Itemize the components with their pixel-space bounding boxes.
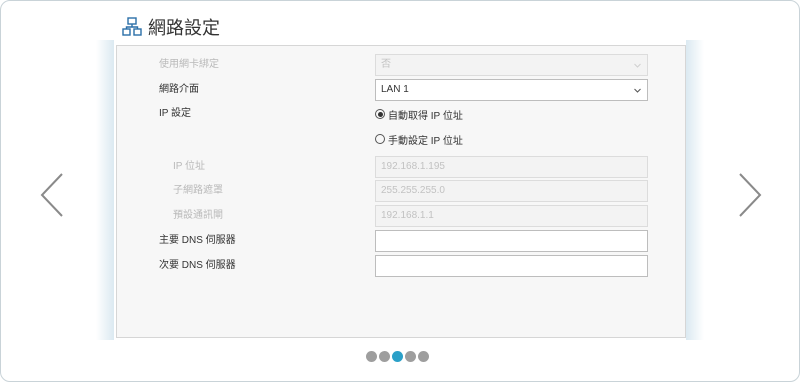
subnet-mask-row: 子網路遮罩 255.255.255.0 (117, 180, 685, 202)
ip-address-label: IP 位址 (173, 161, 206, 172)
ip-setting-label: IP 設定 (159, 108, 192, 119)
side-glow-left (96, 40, 114, 340)
chevron-down-icon (634, 88, 641, 93)
nic-binding-label: 使用網卡綁定 (159, 59, 219, 70)
interface-value: LAN 1 (381, 84, 409, 95)
gateway-row: 預設通訊閘 192.168.1.1 (117, 205, 685, 227)
prev-button[interactable] (38, 170, 68, 220)
radio-selected-icon (375, 109, 385, 119)
nic-binding-row: 使用網卡綁定 否 (117, 54, 685, 76)
pagination-dot[interactable] (392, 351, 403, 362)
nic-binding-value: 否 (381, 59, 391, 70)
subnet-mask-label: 子網路遮罩 (173, 185, 223, 196)
pagination-dot[interactable] (405, 351, 416, 362)
subnet-mask-input[interactable]: 255.255.255.0 (375, 180, 648, 202)
interface-label: 網路介面 (159, 84, 199, 95)
ip-address-row: IP 位址 192.168.1.195 (117, 156, 685, 178)
primary-dns-label: 主要 DNS 伺服器 (159, 235, 236, 246)
ip-auto-label: 自動取得 IP 位址 (388, 110, 463, 122)
nic-binding-select[interactable]: 否 (375, 54, 648, 76)
ip-manual-row: 手動設定 IP 位址 (117, 128, 685, 150)
pagination-dot[interactable] (366, 351, 377, 362)
gateway-label: 預設通訊閘 (173, 210, 223, 221)
radio-unselected-icon (375, 134, 385, 144)
ip-manual-radio[interactable]: 手動設定 IP 位址 (375, 128, 463, 150)
ip-setting-row: IP 設定 自動取得 IP 位址 (117, 103, 685, 125)
ip-auto-radio[interactable]: 自動取得 IP 位址 (375, 103, 463, 125)
pagination-dot[interactable] (418, 351, 429, 362)
secondary-dns-row: 次要 DNS 伺服器 (117, 255, 685, 277)
secondary-dns-input[interactable] (375, 255, 648, 277)
gateway-input[interactable]: 192.168.1.1 (375, 205, 648, 227)
primary-dns-row: 主要 DNS 伺服器 (117, 230, 685, 252)
interface-row: 網路介面 LAN 1 (117, 79, 685, 101)
secondary-dns-label: 次要 DNS 伺服器 (159, 260, 236, 271)
chevron-right-icon (739, 173, 762, 217)
next-button[interactable] (734, 170, 764, 220)
network-settings-panel: 使用網卡綁定 否 網路介面 LAN 1 IP 設定 自動取得 IP 位址 手動設… (116, 45, 686, 338)
pagination-dots (366, 351, 431, 362)
chevron-left-icon (40, 173, 63, 217)
primary-dns-input[interactable] (375, 230, 648, 252)
pagination-dot[interactable] (379, 351, 390, 362)
ip-address-input[interactable]: 192.168.1.195 (375, 156, 648, 178)
network-icon (122, 17, 142, 37)
ip-manual-label: 手動設定 IP 位址 (388, 135, 463, 147)
page-title: 網路設定 (148, 18, 220, 38)
chevron-down-icon (634, 63, 641, 68)
interface-select[interactable]: LAN 1 (375, 79, 648, 101)
page-header: 網路設定 (122, 14, 220, 40)
side-glow-right (686, 40, 704, 340)
